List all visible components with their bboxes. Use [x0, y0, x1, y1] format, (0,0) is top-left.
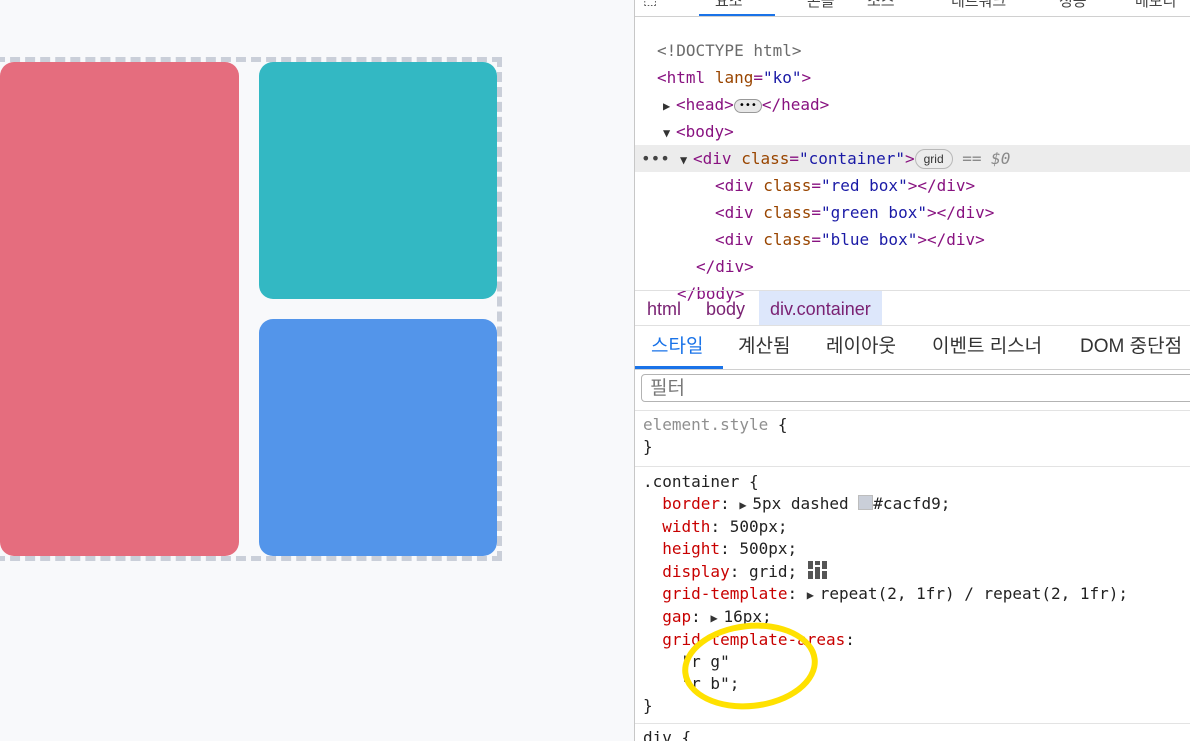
filter-input[interactable]: 필터: [641, 374, 1190, 402]
collapse-triangle-icon[interactable]: ▼: [663, 120, 676, 147]
dom-child-blue[interactable]: <div class="blue box"></div>: [715, 226, 1190, 253]
blue-box[interactable]: [258, 319, 497, 556]
expand-triangle-icon[interactable]: ▶: [807, 584, 820, 606]
tab-network[interactable]: 네트워크: [951, 0, 1006, 11]
rule-divider: [635, 466, 1190, 467]
breadcrumb-html[interactable]: html: [636, 291, 692, 325]
expand-triangle-icon[interactable]: ▶: [710, 607, 723, 629]
expand-triangle-icon[interactable]: ▶: [663, 93, 676, 120]
filter-bar: 필터: [635, 370, 1190, 411]
breadcrumb-div-container[interactable]: div.container: [759, 291, 882, 325]
tab-styles[interactable]: 스타일: [651, 325, 703, 369]
styles-pane: element.style { } .container { border: ▶…: [635, 411, 1190, 741]
breadcrumb: html body div.container: [635, 290, 1190, 326]
div-rule[interactable]: div {: [643, 727, 1190, 741]
page-preview: [0, 0, 634, 741]
tab-sources[interactable]: 소스: [867, 0, 895, 11]
rule-divider: [635, 723, 1190, 724]
tab-layout[interactable]: 레이아웃: [826, 325, 896, 369]
active-subtab-indicator: [635, 366, 723, 369]
dom-html-line[interactable]: <html lang="ko">: [657, 64, 1190, 91]
selected-element-marker: == $0: [962, 149, 1011, 168]
green-box[interactable]: [258, 62, 497, 299]
dom-doctype-line[interactable]: <!DOCTYPE html>: [657, 37, 1190, 64]
tab-performance[interactable]: 성능: [1059, 0, 1087, 11]
devtools-top-tabs: ⬚ 요소 콘솔 소스 네트워크 성능 메모리: [635, 0, 1190, 17]
dom-body-line[interactable]: ▼ <body>: [663, 118, 1190, 145]
dom-container-line[interactable]: ••• ▼ <div class="container"> grid == $0: [635, 145, 1190, 172]
inspect-element-icon[interactable]: ⬚: [643, 0, 657, 8]
collapse-triangle-icon[interactable]: ▼: [680, 147, 693, 174]
color-swatch-icon[interactable]: [858, 495, 874, 510]
tab-memory[interactable]: 메모리: [1135, 0, 1176, 11]
tab-event-listeners[interactable]: 이벤트 리스너: [932, 325, 1042, 369]
breadcrumb-body[interactable]: body: [695, 291, 756, 325]
dom-child-red[interactable]: <div class="red box"></div>: [715, 172, 1190, 199]
active-tab-indicator: [699, 14, 775, 16]
tab-dom-breakpoints[interactable]: DOM 중단점: [1080, 325, 1182, 369]
red-box[interactable]: [0, 62, 239, 556]
dom-head-line[interactable]: ▶ <head> ••• </head>: [663, 91, 1190, 118]
element-style-rule[interactable]: element.style { }: [643, 414, 1190, 458]
grid-badge[interactable]: grid: [914, 149, 953, 169]
dom-child-green[interactable]: <div class="green box"></div>: [715, 199, 1190, 226]
tab-computed[interactable]: 계산됨: [738, 325, 790, 369]
tab-console[interactable]: 콘솔: [807, 0, 835, 11]
expand-triangle-icon[interactable]: ▶: [739, 494, 752, 516]
dom-tree: <!DOCTYPE html> <html lang="ko"> ▶ <head>…: [635, 17, 1190, 303]
row-options-icon[interactable]: •••: [641, 145, 670, 172]
grid-container[interactable]: [0, 57, 502, 561]
grid-editor-icon[interactable]: [807, 560, 829, 580]
styles-subtabs: 스타일 계산됨 레이아웃 이벤트 리스너 DOM 중단점: [635, 325, 1190, 370]
dom-div-close[interactable]: </div>: [696, 253, 1190, 280]
collapsed-ellipsis-icon[interactable]: •••: [733, 99, 762, 113]
devtools-panel: ⬚ 요소 콘솔 소스 네트워크 성능 메모리 <!DOCTYPE html> <…: [634, 0, 1190, 741]
tab-elements[interactable]: 요소: [715, 0, 743, 11]
